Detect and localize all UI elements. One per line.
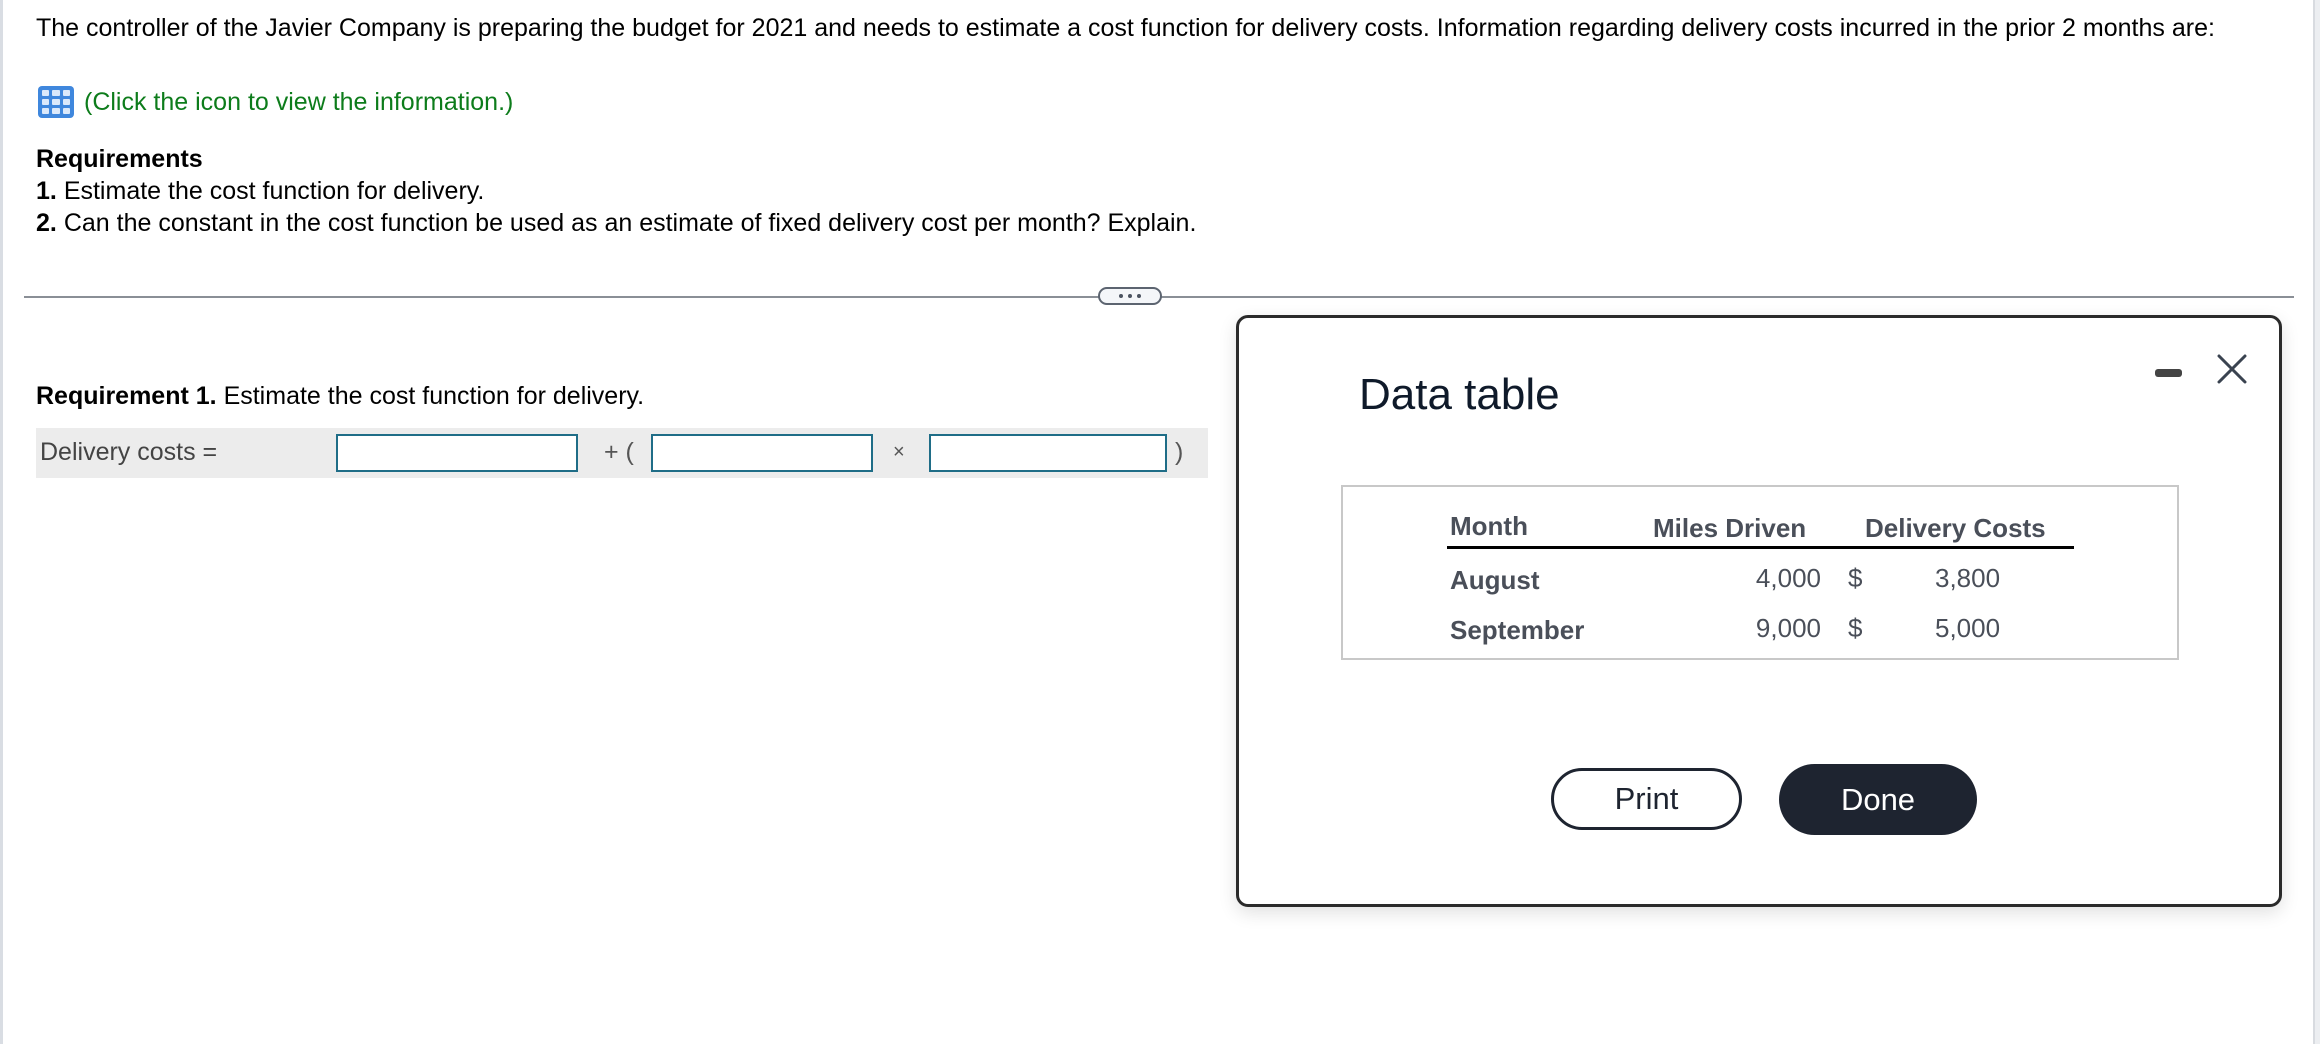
close-button[interactable] [2215, 352, 2249, 386]
variable-rate-input[interactable] [651, 434, 873, 472]
header-underline [1447, 546, 2074, 549]
requirement-1-heading: Requirement 1. Estimate the cost functio… [36, 380, 644, 412]
times-sign: × [893, 441, 905, 463]
requirement-number: 1. [36, 177, 57, 205]
requirement-item: 1. Estimate the cost function for delive… [36, 175, 1196, 207]
table-cell-miles: 9,000 [1755, 613, 1821, 643]
divider-handle[interactable] [1098, 287, 1162, 305]
view-information-link[interactable]: (Click the icon to view the information.… [38, 86, 513, 118]
column-header-miles-driven: Miles Driven [1653, 513, 1807, 543]
question-intro: The controller of the Javier Company is … [36, 14, 2215, 42]
ellipsis-dot [1137, 294, 1141, 298]
data-table: Month Miles Driven Delivery Costs August… [1343, 487, 2177, 658]
table-cell-currency: $ [1848, 613, 1863, 643]
cost-driver-input[interactable] [929, 434, 1167, 472]
requirement-1-label: Requirement 1. [36, 382, 217, 410]
data-table-grid-icon[interactable] [38, 86, 74, 118]
ellipsis-icon [1119, 294, 1123, 298]
requirement-text: Estimate the cost function for delivery. [63, 177, 485, 205]
data-table-box: Month Miles Driven Delivery Costs August… [1341, 485, 2179, 660]
minimize-icon [2154, 369, 2182, 377]
left-border [0, 0, 3, 1044]
minimize-button[interactable] [2153, 367, 2183, 379]
table-cell-currency: $ [1848, 563, 1863, 593]
requirements-section: Requirements 1. Estimate the cost functi… [36, 143, 1196, 239]
requirements-title: Requirements [36, 145, 203, 173]
column-header-delivery-costs: Delivery Costs [1865, 513, 2046, 543]
requirement-1-text: Estimate the cost function for delivery. [223, 382, 645, 410]
cost-function-row: Delivery costs = + ( × ) [36, 428, 1208, 478]
column-header-month: Month [1450, 511, 1528, 541]
table-cell-miles: 4,000 [1755, 563, 1821, 593]
scrollbar[interactable] [2313, 0, 2320, 1044]
dialog-title: Data table [1359, 370, 1560, 419]
table-cell-month: September [1450, 615, 1585, 645]
table-cell-cost: 5,000 [1935, 613, 2001, 643]
close-icon [2217, 354, 2247, 384]
table-cell-cost: 3,800 [1935, 563, 2001, 593]
print-button[interactable]: Print [1551, 768, 1742, 830]
view-information-text[interactable]: (Click the icon to view the information.… [84, 88, 513, 117]
requirement-number: 2. [36, 209, 57, 237]
delivery-costs-label: Delivery costs = [40, 438, 218, 466]
requirement-text: Can the constant in the cost function be… [63, 209, 1197, 237]
ellipsis-dot [1128, 294, 1132, 298]
plus-open-paren: + ( [604, 438, 634, 466]
data-table-dialog: Data table Month Miles Driven Delivery C… [1236, 315, 2282, 907]
requirement-item: 2. Can the constant in the cost function… [36, 207, 1196, 239]
fixed-cost-input[interactable] [336, 434, 578, 472]
close-paren: ) [1175, 438, 1184, 466]
done-button[interactable]: Done [1779, 764, 1977, 835]
table-cell-month: August [1450, 565, 1540, 595]
